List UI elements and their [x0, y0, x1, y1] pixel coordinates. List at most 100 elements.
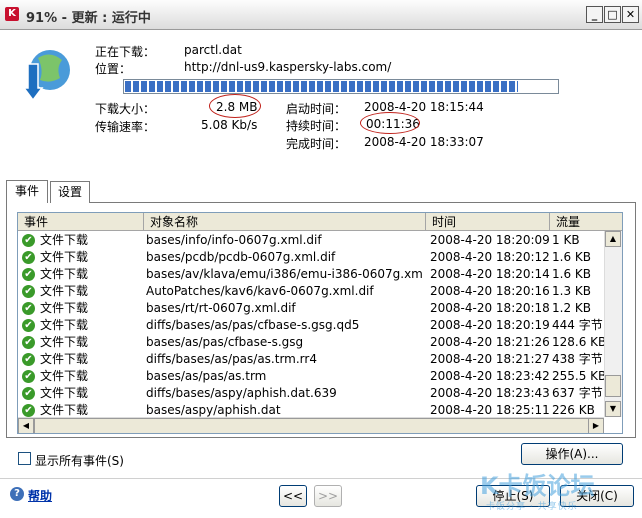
success-check-icon: ✔ — [22, 336, 35, 349]
location-label: 位置： — [95, 62, 132, 76]
cell-object: bases/av/klava/emu/i386/emu-i386-0607g.x… — [146, 267, 424, 281]
download-progress-bar — [123, 79, 559, 94]
update-download-icon — [22, 50, 70, 102]
show-all-events-checkbox[interactable] — [18, 452, 31, 465]
show-all-events-label[interactable]: 显示所有事件(S) — [35, 452, 124, 469]
cell-size: 444 字节 — [552, 318, 603, 332]
cell-size: 637 字节 — [552, 386, 603, 400]
cell-object: AutoPatches/kav6/kav6-0607g.xml.dif — [146, 284, 374, 298]
cell-time: 2008-4-20 18:21:27 — [430, 352, 550, 366]
file-value: parctl.dat — [184, 43, 242, 57]
cell-object: bases/info/info-0607g.xml.dif — [146, 233, 322, 247]
location-value: http://dnl-us9.kaspersky-labs.com/ — [184, 60, 392, 74]
size-highlight-circle — [209, 94, 261, 118]
cell-event: 文件下载 — [40, 386, 89, 400]
close-button[interactable]: 关闭(C) — [560, 485, 634, 507]
cell-object: bases/pcdb/pcdb-0607g.xml.dif — [146, 250, 336, 264]
table-row[interactable]: ✔ 文件下载 diffs/bases/aspy/aphish.dat.639 2008… — [18, 385, 604, 402]
cell-event: 文件下载 — [40, 267, 89, 281]
table-row[interactable]: ✔ 文件下载 bases/rt/rt-0607g.xml.dif 2008-4-20 … — [18, 300, 604, 317]
cell-event: 文件下载 — [40, 352, 89, 366]
cell-event: 文件下载 — [40, 301, 89, 315]
help-icon[interactable]: ? — [10, 487, 24, 501]
finish-time-value: 2008-4-20 18:33:07 — [364, 135, 484, 149]
success-check-icon: ✔ — [22, 319, 35, 332]
cell-size: 438 字节 — [552, 352, 603, 366]
cell-size: 1.3 KB — [552, 284, 591, 298]
column-header-event[interactable]: 事件 — [18, 213, 144, 231]
previous-button[interactable]: << — [279, 485, 307, 507]
cell-time: 2008-4-20 18:20:19 — [430, 318, 550, 332]
vertical-scroll-thumb[interactable] — [605, 375, 621, 397]
tab-settings[interactable]: 设置 — [50, 181, 90, 203]
table-row[interactable]: ✔ 文件下载 bases/info/info-0607g.xml.dif 2008-4… — [18, 232, 604, 249]
horizontal-scroll-thumb[interactable] — [34, 418, 590, 433]
success-check-icon: ✔ — [22, 387, 35, 400]
cell-event: 文件下载 — [40, 233, 89, 247]
minimize-button[interactable]: _ — [586, 6, 603, 23]
tab-events[interactable]: 事件 — [6, 180, 48, 203]
cell-object: diffs/bases/as/pas/as.trm.rr4 — [146, 352, 317, 366]
size-label: 下载大小： — [95, 102, 156, 116]
kaspersky-icon: K — [5, 7, 19, 21]
cell-time: 2008-4-20 18:21:26 — [430, 335, 550, 349]
cell-event: 文件下载 — [40, 369, 89, 383]
success-check-icon: ✔ — [22, 268, 35, 281]
success-check-icon: ✔ — [22, 285, 35, 298]
scroll-up-arrow[interactable]: ▲ — [605, 231, 621, 247]
scroll-down-arrow[interactable]: ▼ — [605, 401, 621, 417]
speed-value: 5.08 Kb/s — [201, 118, 258, 132]
list-header: 事件 对象名称 时间 流量 — [18, 213, 622, 231]
cell-size: 128.6 KB — [552, 335, 604, 349]
next-button[interactable]: >> — [314, 485, 342, 507]
cell-object: diffs/bases/aspy/aphish.dat.639 — [146, 386, 337, 400]
actions-button[interactable]: 操作(A)... — [521, 443, 623, 465]
cell-time: 2008-4-20 18:23:43 — [430, 386, 550, 400]
duration-label: 持续时间： — [286, 119, 347, 133]
stop-button[interactable]: 停止(S) — [476, 485, 550, 507]
cell-time: 2008-4-20 18:20:18 — [430, 301, 550, 315]
table-row[interactable]: ✔ 文件下载 diffs/bases/as/pas/as.trm.rr4 2008-4… — [18, 351, 604, 368]
column-header-object[interactable]: 对象名称 — [144, 213, 426, 231]
table-row[interactable]: ✔ 文件下载 bases/pcdb/pcdb-0607g.xml.dif 2008-4… — [18, 249, 604, 266]
cell-time: 2008-4-20 18:20:12 — [430, 250, 550, 264]
table-row[interactable]: ✔ 文件下载 AutoPatches/kav6/kav6-0607g.xml.dif… — [18, 283, 604, 300]
close-window-button[interactable]: ✕ — [622, 6, 639, 23]
cell-time: 2008-4-20 18:23:42 — [430, 369, 550, 383]
table-row[interactable]: ✔ 文件下载 bases/av/klava/emu/i386/emu-i386-06… — [18, 266, 604, 283]
progress-fill — [125, 81, 519, 92]
cell-object: diffs/bases/as/pas/cfbase-s.gsg.qd5 — [146, 318, 360, 332]
maximize-button[interactable]: □ — [604, 6, 621, 23]
cell-event: 文件下载 — [40, 284, 89, 298]
success-check-icon: ✔ — [22, 234, 35, 247]
scroll-left-arrow[interactable]: ◀ — [18, 418, 34, 433]
table-row[interactable]: ✔ 文件下载 bases/as/pas/as.trm 2008-4-20 18:23:… — [18, 368, 604, 385]
cell-event: 文件下载 — [40, 335, 89, 349]
cell-size: 255.5 KB — [552, 369, 604, 383]
cell-time: 2008-4-20 18:20:09 — [430, 233, 550, 247]
finish-time-label: 完成时间： — [286, 137, 347, 151]
horizontal-scrollbar[interactable]: ◀ ▶ — [18, 417, 604, 433]
cell-size: 1 KB — [552, 233, 580, 247]
table-row[interactable]: ✔ 文件下载 bases/as/pas/cfbase-s.gsg 2008-4-20 … — [18, 334, 604, 351]
success-check-icon: ✔ — [22, 370, 35, 383]
window-title: 91% - 更新 : 运行中 — [26, 11, 151, 26]
start-time-label: 启动时间： — [286, 102, 347, 116]
duration-highlight-circle — [360, 112, 420, 134]
cell-event: 文件下载 — [40, 250, 89, 264]
column-header-size[interactable]: 流量 — [550, 213, 622, 231]
scroll-right-arrow[interactable]: ▶ — [588, 418, 604, 433]
success-check-icon: ✔ — [22, 302, 35, 315]
cell-object: bases/as/pas/as.trm — [146, 369, 267, 383]
cell-object: bases/as/pas/cfbase-s.gsg — [146, 335, 304, 349]
cell-size: 1.2 KB — [552, 301, 591, 315]
tabs-divider — [90, 202, 636, 203]
vertical-scrollbar[interactable]: ▲ ▼ — [604, 231, 622, 417]
table-row[interactable]: ✔ 文件下载 diffs/bases/as/pas/cfbase-s.gsg.qd5… — [18, 317, 604, 334]
column-header-time[interactable]: 时间 — [426, 213, 550, 231]
success-check-icon: ✔ — [22, 251, 35, 264]
events-list[interactable]: 事件 对象名称 时间 流量 ✔ 文件下载 bases/info/info-0607g… — [17, 212, 623, 434]
help-link[interactable]: 帮助 — [28, 487, 52, 504]
title-bar: K 91% - 更新 : 运行中 _ □ ✕ — [0, 0, 642, 30]
file-label: 正在下载： — [95, 45, 156, 59]
